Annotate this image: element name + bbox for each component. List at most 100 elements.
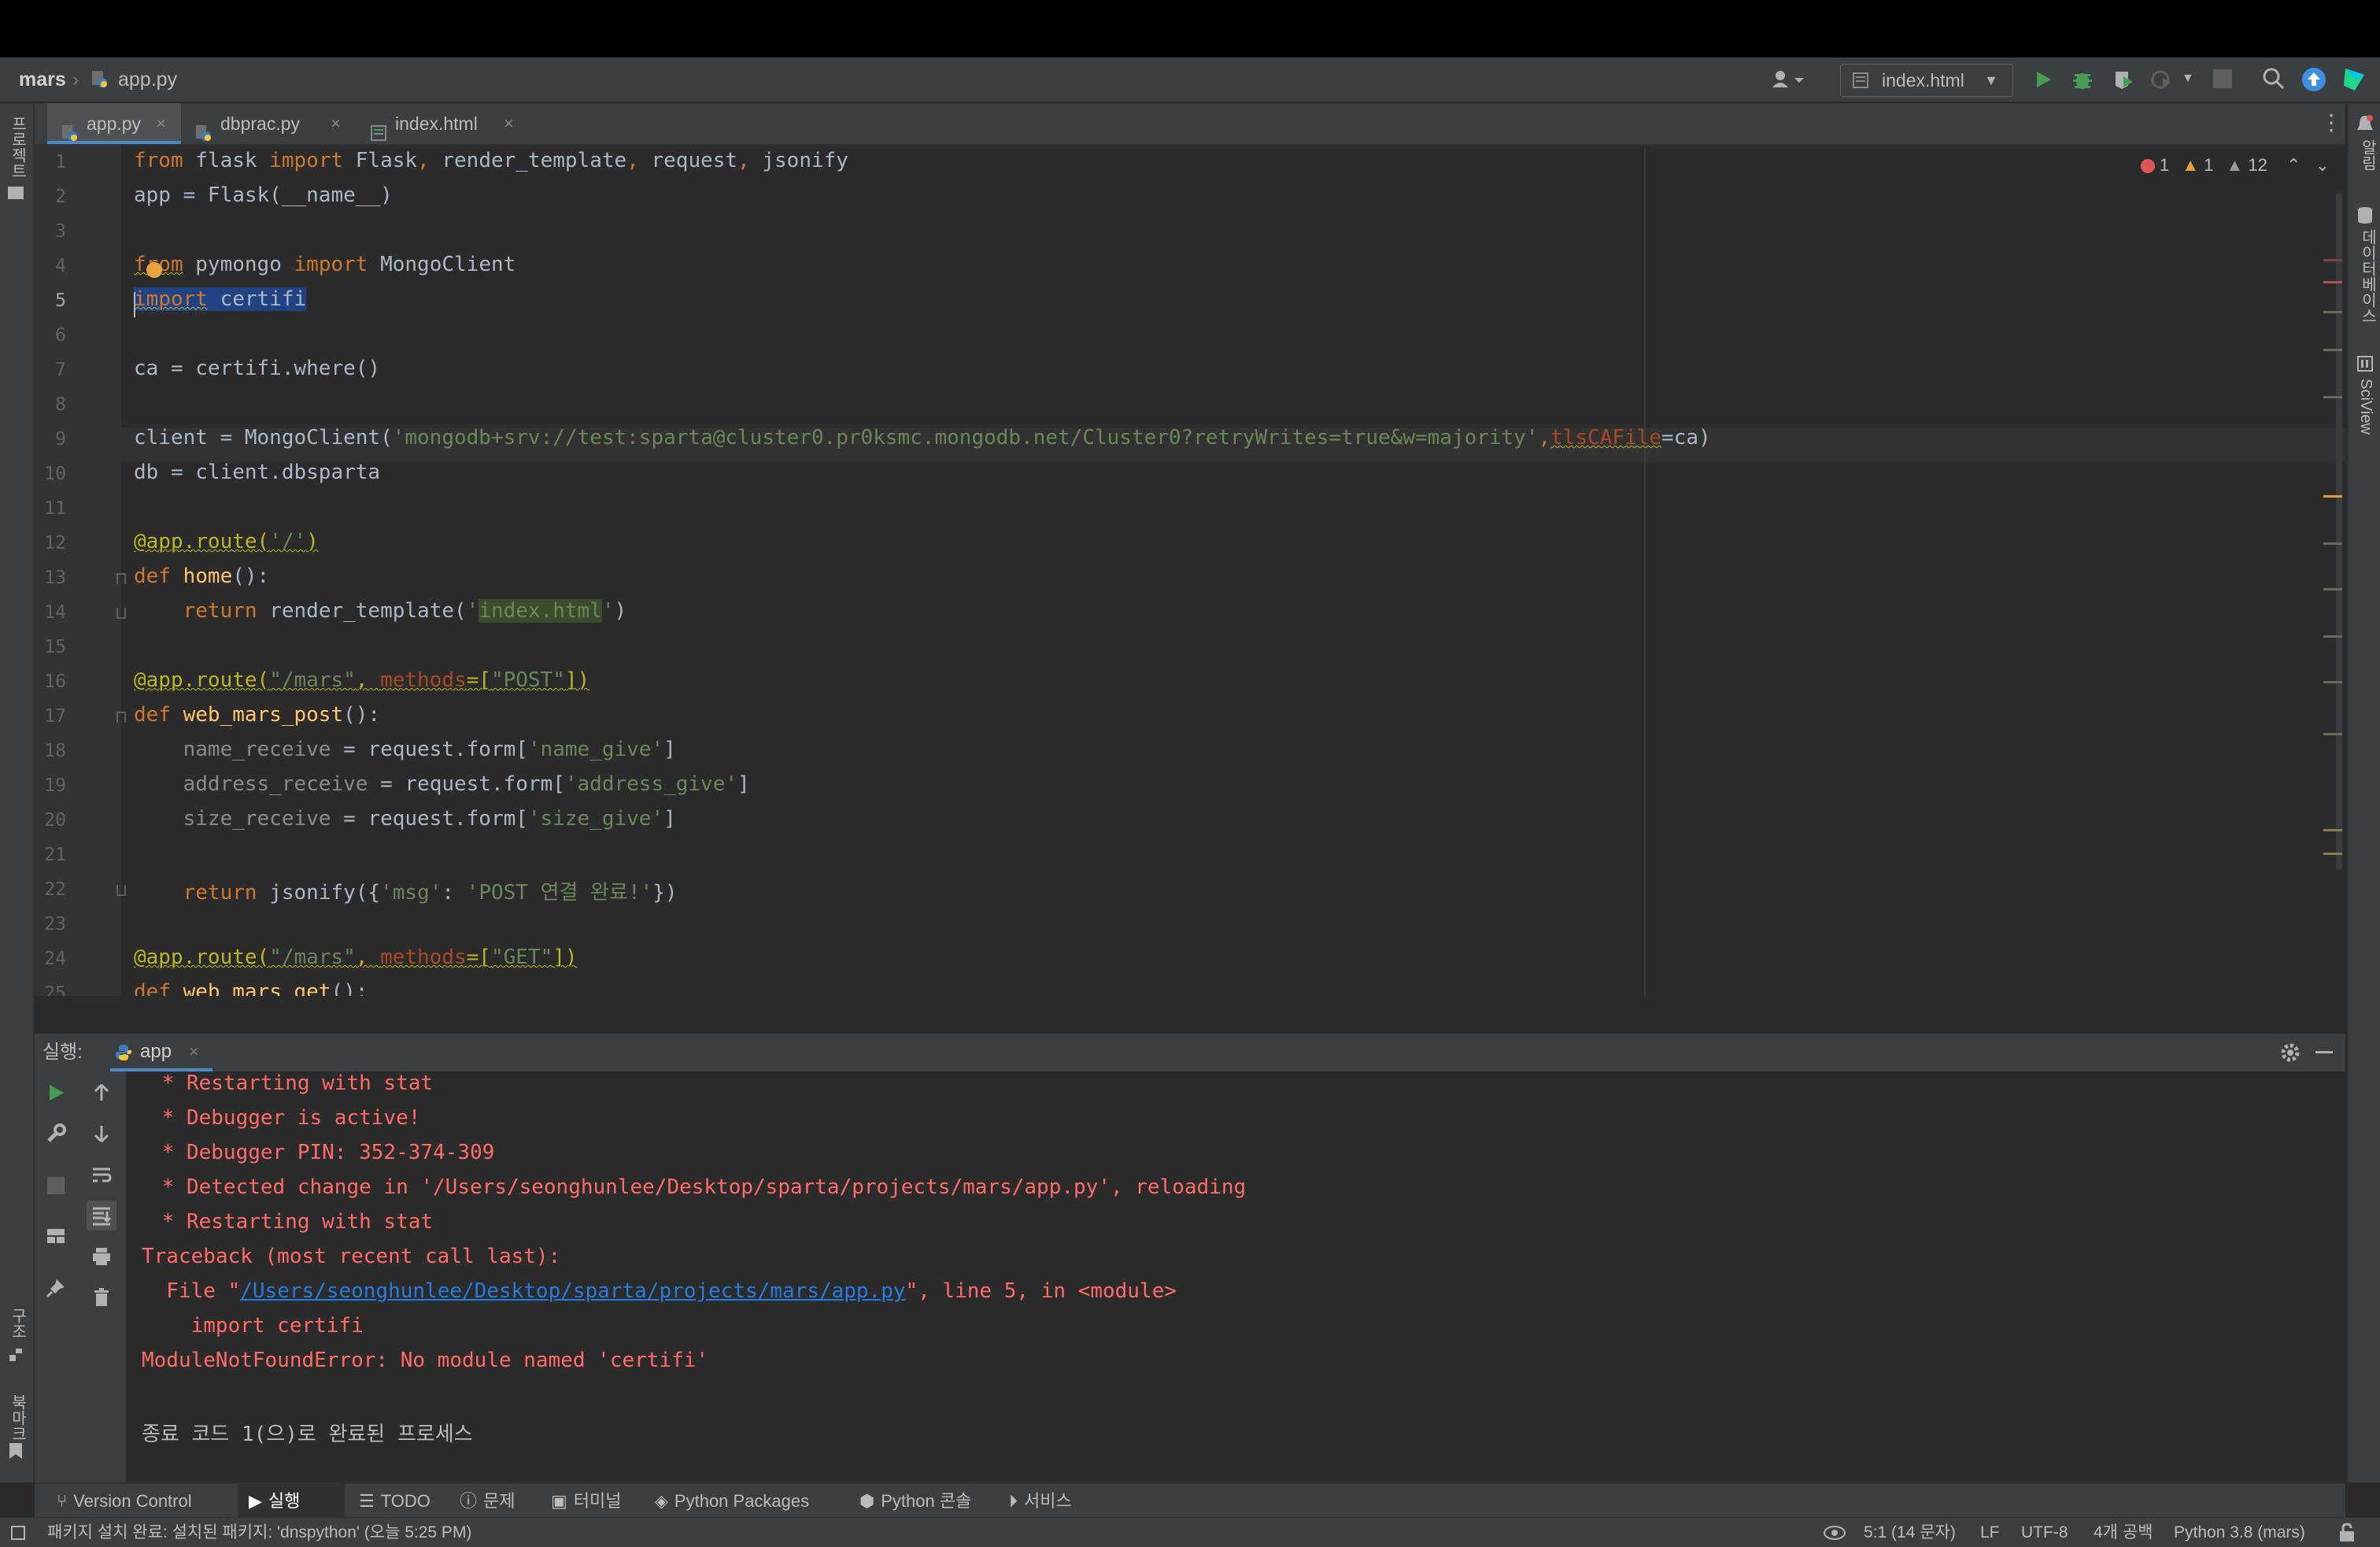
status-message[interactable]: 패키지 설치 완료: 설치된 패키지: 'dnspython' (오늘 5:25… xyxy=(47,1518,471,1547)
power-save-eye-icon[interactable] xyxy=(1823,1523,1846,1543)
editor-scrollbar-track[interactable] xyxy=(2336,193,2342,870)
update-icon[interactable] xyxy=(2301,67,2326,92)
notifications-bell-icon[interactable] xyxy=(2356,114,2374,135)
error-stripe-mark[interactable] xyxy=(2323,853,2342,855)
bookmarks-tool-window-button[interactable]: 북마크 xyxy=(6,1394,29,1442)
arrow-up-icon[interactable] xyxy=(91,1083,112,1103)
file-encoding[interactable]: UTF-8 xyxy=(2021,1518,2068,1547)
error-stripe-mark[interactable] xyxy=(2323,349,2342,351)
tab-dbprac-py[interactable]: dbprac.py × xyxy=(181,103,356,144)
notifications-tool-window-button[interactable]: 알림 xyxy=(2356,139,2379,171)
user-account-icon[interactable] xyxy=(1771,68,1812,91)
fold-marker-icon[interactable] xyxy=(116,885,126,896)
run-icon[interactable] xyxy=(2032,68,2054,91)
tool-window-problems[interactable]: ⓘ 문제 xyxy=(453,1484,540,1519)
close-icon[interactable]: × xyxy=(331,103,341,144)
line-number: 21 xyxy=(44,845,66,865)
error-stripe-mark[interactable] xyxy=(2323,311,2342,313)
error-stripe-mark[interactable] xyxy=(2323,281,2342,283)
rerun-icon[interactable] xyxy=(46,1083,66,1103)
error-stripe[interactable] xyxy=(2319,146,2342,996)
run-tab-app[interactable]: app × xyxy=(110,1034,213,1071)
tool-window-bar: ⑂ Version Control ▶ 실행 ☰ TODO ⓘ 문제 ▣ 터미널 ◈ Pyt… xyxy=(35,1482,2345,1519)
indent-setting[interactable]: 4개 공백 xyxy=(2094,1518,2153,1547)
error-stripe-mark[interactable] xyxy=(2323,829,2342,831)
previous-highlight-chevron-up-icon[interactable]: ⌃ xyxy=(2286,155,2301,175)
traceback-file-link[interactable]: /Users/seonghunlee/Desktop/sparta/projec… xyxy=(240,1279,905,1303)
line-number: 12 xyxy=(44,533,66,553)
profile-icon[interactable] xyxy=(2150,68,2172,91)
print-icon[interactable] xyxy=(91,1246,112,1267)
more-tabs-icon[interactable]: ⋮ xyxy=(2320,111,2342,135)
error-stripe-mark[interactable] xyxy=(2323,259,2342,261)
pin-icon[interactable] xyxy=(46,1278,66,1298)
database-tool-window-button[interactable]: 데이터베이스 xyxy=(2356,229,2379,324)
code-editor[interactable]: 1 2 3 4 5 6 7 8 9 10 11 12 13 14 15 16 1… xyxy=(35,146,2345,996)
tab-app-py[interactable]: app.py × xyxy=(47,103,181,144)
trash-icon[interactable] xyxy=(91,1287,112,1308)
stop-icon[interactable] xyxy=(2213,69,2232,88)
fold-marker-icon[interactable] xyxy=(116,608,126,619)
inspection-widget[interactable]: 1 ▲ 1 ▲ 12 ⌃ ⌄ xyxy=(2140,155,2330,176)
coverage-icon[interactable] xyxy=(2112,68,2134,91)
error-stripe-mark[interactable] xyxy=(2323,681,2342,683)
soft-wrap-icon[interactable] xyxy=(91,1164,112,1185)
line-number: 10 xyxy=(44,464,66,484)
run-panel-header: 실행: app × xyxy=(35,1034,2345,1071)
tool-window-run[interactable]: ▶ 실행 xyxy=(238,1484,345,1519)
error-stripe-mark[interactable] xyxy=(2323,495,2342,498)
error-stripe-mark[interactable] xyxy=(2323,396,2342,398)
toggle-tool-windows-icon[interactable] xyxy=(11,1526,25,1540)
layout-icon[interactable] xyxy=(46,1226,66,1246)
scroll-to-end-icon[interactable] xyxy=(87,1201,116,1231)
python-interpreter[interactable]: Python 3.8 (mars) xyxy=(2174,1518,2305,1547)
fold-marker-icon[interactable] xyxy=(116,712,126,723)
console-line: * Detected change in '/Users/seonghunlee… xyxy=(150,1175,1247,1199)
run-console-output[interactable]: * Restarting with stat * Debugger is act… xyxy=(126,1071,2345,1482)
caret-position[interactable]: 5:1 (14 문자) xyxy=(1864,1518,1956,1547)
line-separator[interactable]: LF xyxy=(1980,1518,2000,1547)
arrow-down-icon[interactable] xyxy=(91,1123,112,1144)
stop-icon[interactable] xyxy=(47,1177,65,1194)
line-number: 6 xyxy=(55,325,66,346)
minimize-icon[interactable] xyxy=(2315,1051,2333,1053)
error-stripe-mark[interactable] xyxy=(2323,635,2342,638)
chevron-down-icon: ▼ xyxy=(1984,72,1998,88)
run-tab-label: app xyxy=(140,1041,172,1062)
code-line-5: import certifi xyxy=(134,287,307,311)
console-line: * Restarting with stat xyxy=(150,1210,434,1234)
weak-warning-count: 12 xyxy=(2248,155,2267,175)
error-stripe-mark[interactable] xyxy=(2323,588,2342,590)
sciview-tool-window-button[interactable]: SciView xyxy=(2356,379,2374,435)
tool-window-terminal[interactable]: ▣ 터미널 xyxy=(545,1484,647,1519)
settings-gear-icon[interactable] xyxy=(2279,1042,2301,1064)
error-stripe-mark[interactable] xyxy=(2323,733,2342,735)
tool-window-todo[interactable]: ☰ TODO xyxy=(353,1484,452,1519)
debug-bug-icon[interactable] xyxy=(2071,68,2094,91)
close-icon[interactable]: × xyxy=(504,103,514,144)
services-icon: ⏵ xyxy=(1009,1491,1018,1511)
structure-tool-window-button[interactable]: 구조 xyxy=(6,1308,29,1339)
editor-horizontal-scroll-area[interactable] xyxy=(35,996,2345,1035)
wrench-icon[interactable] xyxy=(46,1123,66,1144)
project-tool-window-button[interactable]: 프로젝트 xyxy=(6,116,29,179)
jetbrains-logo-icon[interactable] xyxy=(2342,67,2367,92)
error-stripe-mark[interactable] xyxy=(2323,542,2342,545)
fold-marker-icon[interactable] xyxy=(116,573,126,584)
close-icon[interactable]: × xyxy=(189,1034,199,1070)
run-configuration-select[interactable]: index.html ▼ xyxy=(1840,64,2013,97)
intention-bulb-icon[interactable] xyxy=(146,262,162,278)
breadcrumb-file[interactable]: app.py xyxy=(118,57,177,102)
breadcrumb-project[interactable]: mars xyxy=(19,57,66,102)
tool-window-python-packages[interactable]: ◈ Python Packages xyxy=(649,1484,845,1519)
tab-index-html[interactable]: index.html × xyxy=(356,103,526,144)
lock-icon[interactable] xyxy=(2338,1523,2356,1543)
tool-window-version-control[interactable]: ⑂ Version Control xyxy=(50,1484,239,1519)
code-line-22: return jsonify({'msg': 'POST 연결 완료!'}) xyxy=(134,881,678,905)
close-icon[interactable]: × xyxy=(156,103,166,144)
more-run-options-chevron-icon[interactable]: ▼ xyxy=(2182,72,2194,86)
tool-window-services[interactable]: ⏵ 서비스 xyxy=(1003,1484,1105,1519)
code-line-2: app = Flask(__name__) xyxy=(134,183,393,207)
search-icon[interactable] xyxy=(2262,67,2286,91)
tool-window-python-console[interactable]: ⬢ Python 콘솔 xyxy=(853,1484,995,1519)
